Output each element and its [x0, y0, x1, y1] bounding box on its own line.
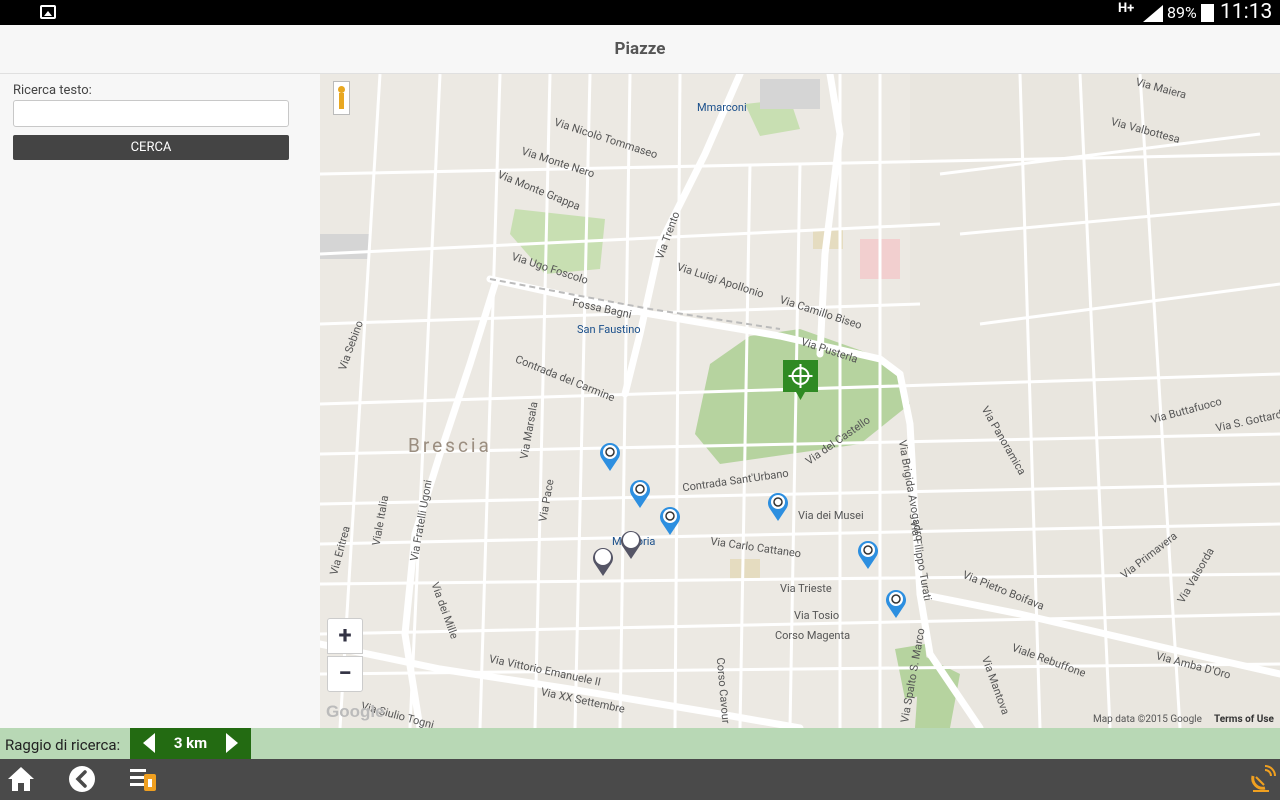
map-label-via-dei-musei: Via dei Musei	[798, 509, 864, 522]
network-type: H+	[1118, 1, 1135, 16]
map-label-marconi: Mmarconi	[697, 101, 747, 114]
clock: 11:13	[1220, 0, 1273, 24]
map-pin[interactable]	[767, 491, 789, 521]
search-panel: Ricerca testo: CERCA	[0, 74, 320, 728]
map-data-attribution: Map data ©2015 Google	[1093, 714, 1202, 725]
map-pin[interactable]	[885, 588, 907, 618]
search-label: Ricerca testo:	[13, 83, 92, 98]
search-input[interactable]	[13, 100, 289, 127]
zoom-in-button[interactable]: +	[327, 618, 363, 654]
map-pin[interactable]	[857, 539, 879, 569]
status-bar: H+ 89% 11:13	[0, 0, 1280, 25]
map-label-corso-magenta: Corso Magenta	[775, 629, 851, 642]
radius-control: 3 km	[130, 728, 251, 759]
battery-percent: 89%	[1167, 3, 1197, 22]
title-bar: Piazze	[0, 25, 1280, 74]
back-icon[interactable]	[67, 764, 97, 794]
map-pin[interactable]	[599, 441, 621, 471]
current-position-target-icon[interactable]	[783, 360, 818, 400]
map-label-via-trieste: Via Trieste	[780, 582, 832, 595]
map[interactable]: Mmarconi San Faustino Mvittoria Via Pust…	[320, 74, 1280, 728]
street-view-pegman-icon[interactable]	[333, 81, 350, 115]
radius-label: Raggio di ricerca:	[5, 736, 121, 754]
map-pin[interactable]	[629, 478, 651, 508]
search-button[interactable]: CERCA	[13, 135, 289, 160]
satellite-dish-icon[interactable]	[1247, 764, 1277, 794]
battery-icon	[1201, 4, 1214, 22]
image-notification-icon	[40, 5, 56, 19]
home-icon[interactable]	[6, 764, 36, 794]
radius-bar: Raggio di ricerca: 3 km	[0, 728, 1280, 759]
map-label-via-tosio: Via Tosio	[794, 609, 840, 622]
map-pin-selected[interactable]	[592, 546, 614, 576]
page-title: Piazze	[614, 39, 666, 59]
list-menu-icon[interactable]	[129, 764, 159, 794]
radius-increase-icon[interactable]	[226, 733, 238, 753]
google-logo: Google	[326, 702, 385, 721]
map-pin[interactable]	[659, 505, 681, 535]
zoom-out-button[interactable]: −	[327, 656, 363, 692]
terms-of-use-link[interactable]: Terms of Use	[1214, 714, 1274, 725]
map-label-san-faustino: San Faustino	[577, 323, 641, 336]
signal-icon	[1143, 5, 1163, 22]
map-pin-selected[interactable]	[620, 529, 642, 559]
bottom-toolbar	[0, 759, 1280, 800]
map-label-city: Brescia	[408, 434, 492, 457]
